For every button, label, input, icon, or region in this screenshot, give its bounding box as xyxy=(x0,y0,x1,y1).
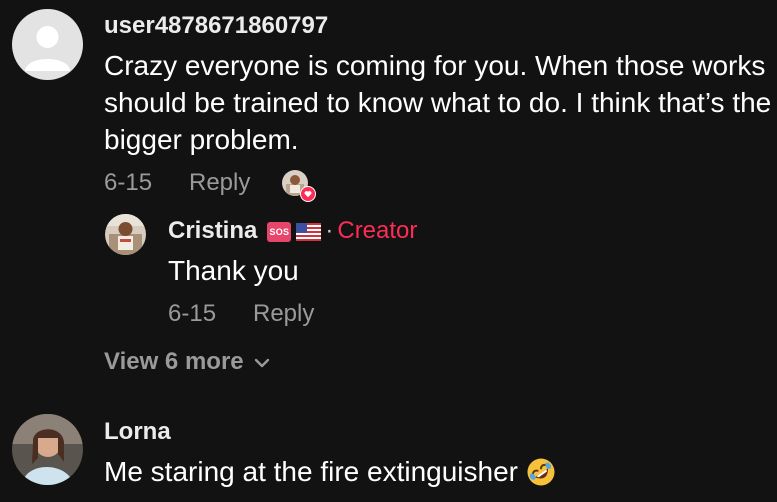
comment-text: Crazy everyone is coming for you. When t… xyxy=(104,50,772,155)
user-avatar-lorna[interactable] xyxy=(12,414,83,485)
view-more-replies-button[interactable]: View 6 more xyxy=(104,348,270,376)
user-avatar[interactable] xyxy=(12,9,83,80)
reply-username[interactable]: Cristina xyxy=(168,217,257,244)
comment-text-lorna-body: Me staring at the fire extinguisher xyxy=(104,456,518,487)
chevron-down-icon xyxy=(254,358,269,367)
reply-date: 6-15 xyxy=(168,300,217,327)
reply-username-line: Cristina SOS · Creator xyxy=(168,217,417,245)
liked-by-creator-indicator xyxy=(282,170,316,202)
reply-text: Thank you xyxy=(168,255,299,286)
profile-photo xyxy=(12,414,83,485)
creator-label: Creator xyxy=(337,217,418,244)
comments-panel: user4878671860797 Crazy everyone is comi… xyxy=(0,0,777,502)
heart-icon xyxy=(300,186,316,202)
comment-username[interactable]: user4878671860797 xyxy=(104,12,328,40)
reply-avatar[interactable] xyxy=(105,214,146,255)
us-flag-icon xyxy=(296,222,322,241)
reply-to-reply-button[interactable]: Reply xyxy=(253,300,314,328)
reply-button[interactable]: Reply xyxy=(189,169,250,197)
creator-avatar-image xyxy=(105,214,146,255)
default-avatar-icon xyxy=(12,9,83,80)
rolling-on-floor-laughing-emoji-icon xyxy=(526,457,556,487)
comment-text-lorna: Me staring at the fire extinguisher xyxy=(104,453,556,490)
comment-username-lorna[interactable]: Lorna xyxy=(104,418,171,446)
comment-date: 6-15 xyxy=(104,169,153,196)
sos-badge-icon: SOS xyxy=(267,221,292,242)
view-more-label: View 6 more xyxy=(104,348,244,375)
separator-dot: · xyxy=(325,217,334,244)
